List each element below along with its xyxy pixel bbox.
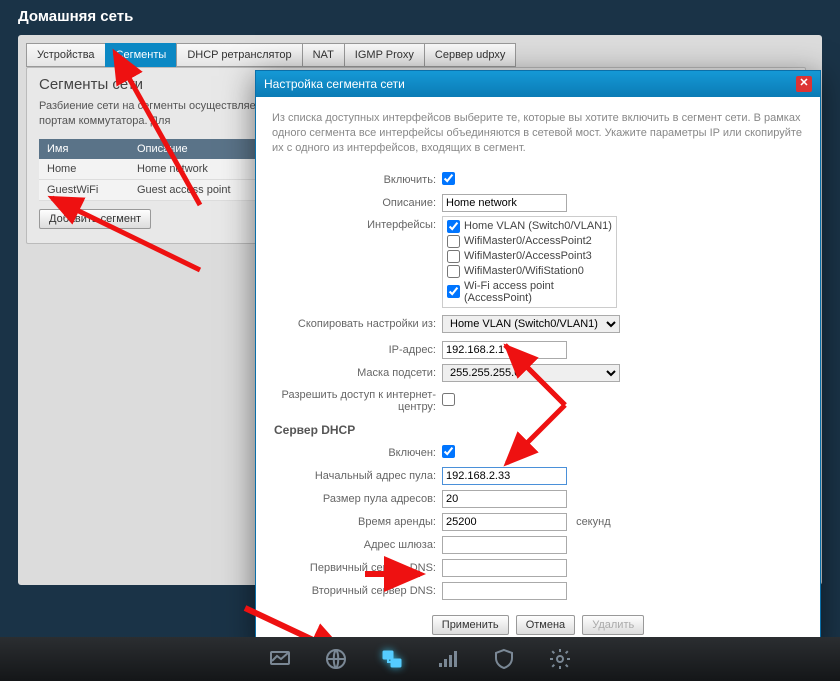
iface-check[interactable] [447,220,460,233]
dhcp-header: Сервер DHCP [274,423,804,437]
lbl-description: Описание: [272,197,442,209]
lbl-lease: Время аренды: [272,516,442,528]
allow-web-checkbox[interactable] [442,393,455,406]
copy-from-select[interactable]: Home VLAN (Switch0/VLAN1) [442,315,620,333]
dhcp-enable-checkbox[interactable] [442,445,455,458]
iface-label: Wi-Fi access point (AccessPoint) [464,280,612,304]
enable-checkbox[interactable] [442,172,455,185]
gateway-input[interactable] [442,536,567,554]
shield-icon[interactable] [490,645,518,673]
lbl-dns1: Первичный сервер DNS: [272,562,442,574]
col-name: Имя [39,139,129,159]
tab-devices[interactable]: Устройства [26,43,106,67]
page-title: Домашняя сеть [0,0,840,35]
close-icon[interactable]: ✕ [796,76,812,92]
tabs: Устройства Сегменты DHCP ретранслятор NA… [18,35,822,67]
dns2-input[interactable] [442,582,567,600]
iface-label: WifiMaster0/AccessPoint3 [464,250,592,262]
iface-check[interactable] [447,285,460,298]
iface-label: WifiMaster0/AccessPoint2 [464,235,592,247]
ip-input[interactable] [442,341,567,359]
cancel-button[interactable]: Отмена [516,615,575,635]
delete-button[interactable]: Удалить [582,615,644,635]
iface-check[interactable] [447,235,460,248]
iface-check[interactable] [447,250,460,263]
mask-select[interactable]: 255.255.255.0 [442,364,620,382]
lbl-enable: Включить: [272,174,442,186]
iface-item[interactable]: Home VLAN (Switch0/VLAN1) [447,219,612,234]
bottom-nav [0,637,840,681]
lbl-gateway: Адрес шлюза: [272,539,442,551]
pool-size-input[interactable] [442,490,567,508]
seg-name: GuestWiFi [39,179,129,200]
iface-item[interactable]: WifiMaster0/AccessPoint2 [447,234,612,249]
interfaces-list: Home VLAN (Switch0/VLAN1) WifiMaster0/Ac… [442,216,617,308]
tab-segments[interactable]: Сегменты [105,43,178,67]
lease-unit: секунд [576,516,611,528]
globe-icon[interactable] [322,645,350,673]
tab-udpxy[interactable]: Сервер udpxy [424,43,517,67]
lbl-ip: IP-адрес: [272,344,442,356]
tab-igmp[interactable]: IGMP Proxy [344,43,425,67]
lbl-mask: Маска подсети: [272,367,442,379]
iface-item[interactable]: Wi-Fi access point (AccessPoint) [447,279,612,305]
lbl-dhcp-enable: Включен: [272,447,442,459]
lbl-copy-from: Скопировать настройки из: [272,318,442,330]
monitor-icon[interactable] [266,645,294,673]
lbl-dns2: Вторичный сервер DNS: [272,585,442,597]
lbl-allow-web: Разрешить доступ к интернет-центру: [272,389,442,413]
description-input[interactable] [442,194,567,212]
lease-input[interactable] [442,513,567,531]
dialog-title: Настройка сегмента сети [264,77,405,91]
iface-label: Home VLAN (Switch0/VLAN1) [464,220,612,232]
apply-button[interactable]: Применить [432,615,509,635]
add-segment-button[interactable]: Добавить сегмент [39,209,151,229]
iface-item[interactable]: WifiMaster0/AccessPoint3 [447,249,612,264]
iface-label: WifiMaster0/WifiStation0 [464,265,584,277]
pool-start-input[interactable] [442,467,567,485]
tab-dhcp-relay[interactable]: DHCP ретранслятор [176,43,302,67]
lbl-pool-start: Начальный адрес пула: [272,470,442,482]
segment-dialog: Настройка сегмента сети ✕ Из списка дост… [255,70,821,650]
dialog-header: Настройка сегмента сети ✕ [256,71,820,97]
network-icon[interactable] [378,645,406,673]
iface-item[interactable]: WifiMaster0/WifiStation0 [447,264,612,279]
tab-nat[interactable]: NAT [302,43,345,67]
wifi-bars-icon[interactable] [434,645,462,673]
gear-icon[interactable] [546,645,574,673]
lbl-pool-size: Размер пула адресов: [272,493,442,505]
lbl-interfaces: Интерфейсы: [272,216,442,231]
iface-check[interactable] [447,265,460,278]
dns1-input[interactable] [442,559,567,577]
seg-name: Home [39,159,129,180]
dialog-intro: Из списка доступных интерфейсов выберите… [272,111,804,156]
